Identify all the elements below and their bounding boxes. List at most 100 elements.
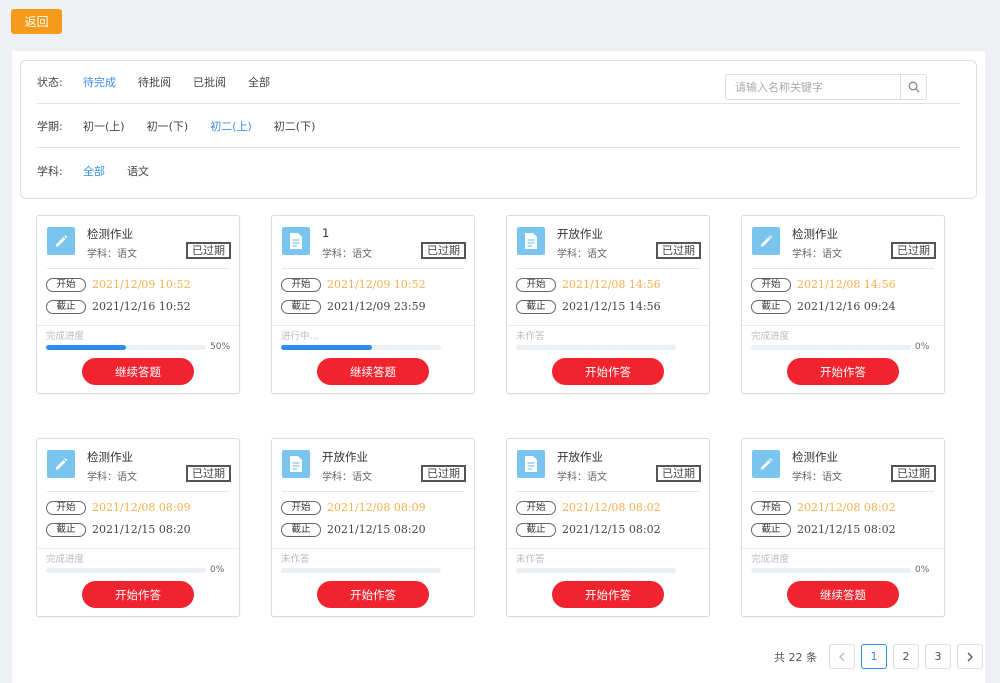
- deadline-tag: 截止: [751, 300, 791, 314]
- card-divider: [517, 491, 699, 492]
- card-divider: [47, 491, 229, 492]
- deadline-time: 2021/12/09 23:59: [327, 300, 426, 313]
- expired-badge: 已过期: [421, 465, 466, 482]
- card-title: 检测作业: [792, 227, 838, 241]
- card-divider: [742, 325, 944, 326]
- assignment-card: 检测作业 学科：语文 已过期 开始 2021/12/09 10:52 截止 2021/12/…: [36, 215, 240, 394]
- subject-option-all[interactable]: 全部: [83, 163, 105, 179]
- term-option-2[interactable]: 初二(上): [210, 118, 252, 134]
- progress-percent: 0%: [210, 565, 225, 575]
- term-option-3[interactable]: 初二(下): [274, 118, 316, 134]
- start-time: 2021/12/08 08:02: [562, 501, 661, 514]
- progress-percent: 0%: [915, 565, 930, 575]
- progress-bar-fill: [46, 345, 126, 350]
- assignment-card: 开放作业 学科：语文 已过期 开始 2021/12/08 14:56 截止 2021/12/…: [506, 215, 710, 394]
- card-divider: [272, 325, 474, 326]
- progress-percent: 0%: [915, 342, 930, 352]
- subject-option-chinese[interactable]: 语文: [127, 163, 149, 179]
- progress-bar-fill: [281, 345, 373, 350]
- answer-button[interactable]: 开始作答: [552, 358, 664, 385]
- card-divider: [282, 268, 464, 269]
- status-option-reviewed[interactable]: 已批阅: [193, 74, 226, 90]
- progress-label: 未作答: [516, 554, 545, 565]
- card-title: 开放作业: [557, 450, 603, 464]
- assignment-card: 开放作业 学科：语文 已过期 开始 2021/12/08 08:02 截止 2021/12/…: [506, 438, 710, 617]
- deadline-time: 2021/12/16 10:52: [92, 300, 191, 313]
- pencil-icon: [752, 450, 780, 478]
- start-tag: 开始: [751, 278, 791, 292]
- card-divider: [742, 548, 944, 549]
- start-tag: 开始: [46, 501, 86, 515]
- assignment-card: 检测作业 学科：语文 已过期 开始 2021/12/08 08:02 截止 2021/12/…: [741, 438, 945, 617]
- term-option-0[interactable]: 初一(上): [83, 118, 125, 134]
- card-divider: [282, 491, 464, 492]
- search-icon: [908, 81, 919, 93]
- progress-bar: [751, 568, 911, 573]
- progress-bar: [46, 568, 206, 573]
- start-time: 2021/12/08 08:09: [327, 501, 426, 514]
- pagination-total: 共 22 条: [774, 650, 817, 664]
- pencil-icon: [752, 227, 780, 255]
- start-time: 2021/12/09 10:52: [92, 278, 191, 291]
- chevron-left-icon: [839, 652, 845, 661]
- card-title: 检测作业: [792, 450, 838, 464]
- page-button-1[interactable]: 1: [861, 644, 887, 669]
- deadline-time: 2021/12/15 08:20: [92, 523, 191, 536]
- start-time: 2021/12/08 08:09: [92, 501, 191, 514]
- search-button[interactable]: [900, 75, 926, 99]
- answer-button[interactable]: 继续答题: [317, 358, 429, 385]
- progress-bar: [516, 345, 676, 350]
- deadline-tag: 截止: [751, 523, 791, 537]
- progress-percent: 50%: [210, 342, 231, 352]
- progress-label: 完成进度: [751, 331, 790, 342]
- start-tag: 开始: [46, 278, 86, 292]
- answer-button[interactable]: 开始作答: [787, 358, 899, 385]
- page-button-2[interactable]: 2: [893, 644, 919, 669]
- deadline-tag: 截止: [516, 300, 556, 314]
- status-option-to-review[interactable]: 待批阅: [138, 74, 171, 90]
- term-label: 学期:: [37, 120, 63, 133]
- deadline-tag: 截止: [281, 523, 321, 537]
- status-option-all[interactable]: 全部: [248, 74, 270, 90]
- card-subject: 学科：语文: [557, 249, 607, 260]
- card-divider: [272, 548, 474, 549]
- deadline-time: 2021/12/15 08:02: [797, 523, 896, 536]
- answer-button[interactable]: 开始作答: [82, 581, 194, 608]
- assignment-card: 检测作业 学科：语文 已过期 开始 2021/12/08 14:56 截止 2021/12/…: [741, 215, 945, 394]
- expired-badge: 已过期: [186, 242, 231, 259]
- document-icon: [282, 450, 310, 478]
- deadline-time: 2021/12/15 14:56: [562, 300, 661, 313]
- answer-button[interactable]: 继续答题: [787, 581, 899, 608]
- card-subject: 学科：语文: [792, 472, 842, 483]
- card-title: 检测作业: [87, 227, 133, 241]
- progress-bar: [281, 345, 441, 350]
- progress-label: 未作答: [281, 554, 310, 565]
- term-option-1[interactable]: 初一(下): [147, 118, 189, 134]
- answer-button[interactable]: 继续答题: [82, 358, 194, 385]
- deadline-time: 2021/12/16 09:24: [797, 300, 896, 313]
- page-button-3[interactable]: 3: [925, 644, 951, 669]
- status-option-pending[interactable]: 待完成: [83, 74, 116, 90]
- progress-label: 进行中...: [281, 331, 319, 342]
- back-button[interactable]: 返回: [11, 9, 62, 34]
- document-icon: [517, 227, 545, 255]
- card-divider: [752, 268, 934, 269]
- card-subject: 学科：语文: [87, 472, 137, 483]
- pencil-icon: [47, 227, 75, 255]
- card-divider: [37, 325, 239, 326]
- next-page-button[interactable]: [957, 644, 983, 669]
- start-time: 2021/12/09 10:52: [327, 278, 426, 291]
- expired-badge: 已过期: [656, 465, 701, 482]
- answer-button[interactable]: 开始作答: [552, 581, 664, 608]
- expired-badge: 已过期: [421, 242, 466, 259]
- filter-box: 状态: 待完成 待批阅 已批阅 全部 学期: 初一(上) 初一(下) 初二(上)…: [20, 60, 977, 199]
- deadline-time: 2021/12/15 08:20: [327, 523, 426, 536]
- prev-page-button[interactable]: [829, 644, 855, 669]
- answer-button[interactable]: 开始作答: [317, 581, 429, 608]
- card-divider: [47, 268, 229, 269]
- search-input[interactable]: [726, 75, 900, 99]
- card-divider: [507, 548, 709, 549]
- subject-label: 学科:: [37, 164, 63, 178]
- start-tag: 开始: [516, 501, 556, 515]
- start-tag: 开始: [751, 501, 791, 515]
